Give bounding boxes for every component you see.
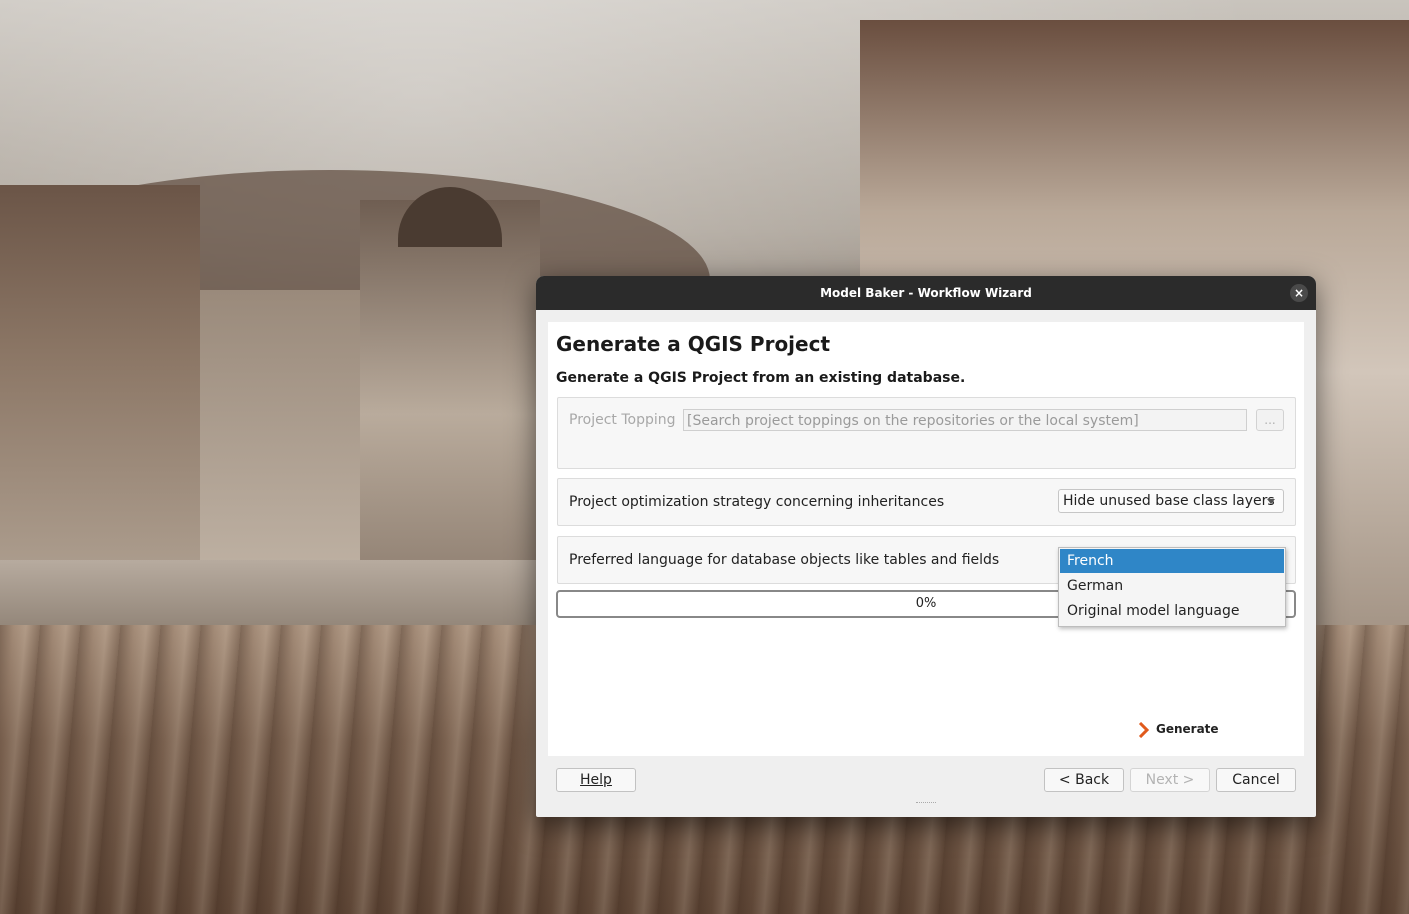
preferred-language-label: Preferred language for database objects … (569, 552, 1000, 568)
wallpaper-street (0, 560, 560, 635)
project-topping-group: Project Topping [Search project toppings… (557, 397, 1296, 469)
chevron-right-icon (1138, 721, 1150, 738)
project-topping-browse-button[interactable]: ... (1256, 409, 1284, 431)
next-button-label: Next > (1145, 772, 1195, 788)
optimization-strategy-group: Project optimization strategy concerning… (557, 478, 1296, 526)
back-button[interactable]: < Back (1044, 768, 1124, 792)
optimization-strategy-label: Project optimization strategy concerning… (569, 494, 945, 510)
next-button[interactable]: Next > (1130, 768, 1210, 792)
preferred-language-dropdown-list[interactable]: French German Original model language (1058, 547, 1286, 627)
close-icon: × (1293, 286, 1305, 300)
chevron-down-icon (1267, 499, 1275, 504)
workflow-wizard-dialog: Model Baker - Workflow Wizard × Generate… (536, 276, 1316, 817)
cancel-button[interactable]: Cancel (1216, 768, 1296, 792)
wizard-page: Generate a QGIS Project Generate a QGIS … (548, 322, 1304, 756)
cancel-button-label: Cancel (1232, 772, 1280, 788)
back-button-label: < Back (1058, 772, 1110, 788)
page-title: Generate a QGIS Project (556, 332, 831, 356)
language-option-french[interactable]: French (1060, 549, 1284, 573)
project-topping-input[interactable]: [Search project toppings on the reposito… (683, 409, 1247, 431)
project-topping-label: Project Topping (569, 412, 676, 428)
close-button[interactable]: × (1290, 284, 1308, 302)
page-subtitle: Generate a QGIS Project from an existing… (556, 370, 966, 386)
help-button-label: Help (580, 772, 612, 788)
language-option-original[interactable]: Original model language (1060, 599, 1284, 623)
generate-label: Generate (1156, 722, 1219, 736)
help-button[interactable]: Help (556, 768, 636, 792)
generate-button[interactable]: Generate (1138, 719, 1219, 739)
resize-grip[interactable] (916, 802, 936, 805)
wallpaper-dome-building (360, 200, 540, 590)
language-option-german[interactable]: German (1060, 574, 1284, 598)
optimization-strategy-combo[interactable]: Hide unused base class layers (1058, 489, 1284, 513)
wallpaper-building-left (0, 185, 200, 615)
wallpaper-building-mid (200, 290, 375, 590)
dialog-titlebar[interactable]: Model Baker - Workflow Wizard × (536, 276, 1316, 310)
dialog-title: Model Baker - Workflow Wizard (820, 286, 1032, 300)
optimization-strategy-value: Hide unused base class layers (1063, 493, 1275, 509)
